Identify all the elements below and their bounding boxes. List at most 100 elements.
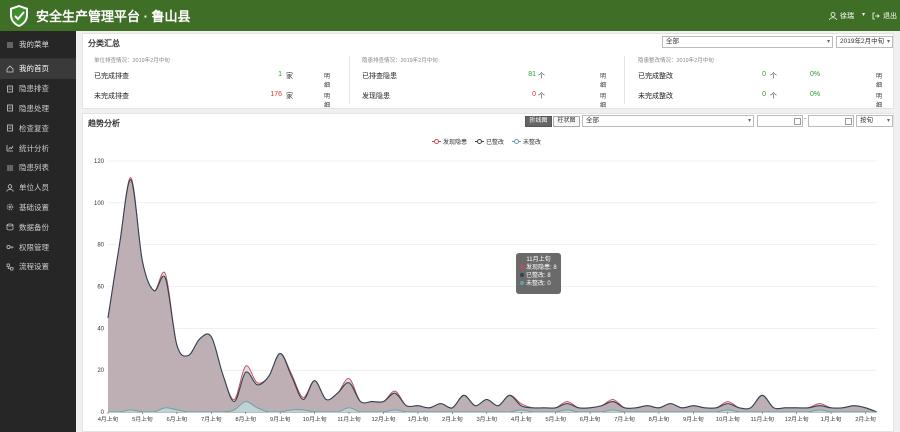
chart-tooltip: 11月上旬 发现隐患: 8 已整改: 8 未整改: 0 <box>516 253 561 294</box>
sidebar-item-label: 隐患处理 <box>19 103 49 113</box>
bar-chart-button[interactable]: 柱状图 <box>553 116 580 127</box>
sidebar-item-label: 隐患列表 <box>19 163 49 173</box>
row-value: 81 <box>528 71 536 78</box>
summary-row: 未完成整改 0 个 0% 明细 <box>638 91 882 109</box>
row-label: 已完成整改 <box>638 73 673 80</box>
database-icon <box>6 223 14 231</box>
end-date-input[interactable] <box>808 115 854 127</box>
trend-filter-select[interactable]: 全部 <box>582 115 754 127</box>
summary-period-select[interactable]: 2019年2月中旬 <box>836 36 893 48</box>
top-header: 安全生产管理平台 · 鲁山县 徐瑞 ▾ 退出 <box>0 0 900 31</box>
tooltip-label: 发现隐患 <box>526 265 551 271</box>
x-tick-label: 7月上旬 <box>201 415 222 423</box>
trend-chart: 0204060801001204月上旬 5月上旬 6月上旬 7月上旬 8月上旬 9月上旬 1… <box>94 159 878 423</box>
logout-label: 退出 <box>883 13 897 20</box>
summary-row: 未完成排查 176 家 明细 <box>94 91 334 109</box>
calendar-icon[interactable] <box>845 118 852 125</box>
sidebar-item[interactable]: 统计分析 <box>0 138 76 158</box>
app-title: 安全生产管理平台 · 鲁山县 <box>36 9 191 24</box>
sidebar-item-label: 基础设置 <box>19 202 49 212</box>
calendar-icon[interactable] <box>794 118 801 125</box>
x-tick-label: 5月上旬 <box>545 415 566 423</box>
granularity-select[interactable]: 按旬 <box>856 115 893 127</box>
tooltip-row: 发现隐患: 8 <box>520 264 557 272</box>
sidebar-item[interactable]: 流程设置 <box>0 257 76 277</box>
x-tick-label: 6月上旬 <box>580 415 601 423</box>
subhead: 单位排查情况：2019年2月中旬 <box>94 58 170 64</box>
user-name: 徐瑞 <box>840 13 854 20</box>
detail-link[interactable]: 明细 <box>876 91 882 109</box>
legend-marker-icon <box>432 139 441 144</box>
row-unit: 个 <box>770 73 777 80</box>
sidebar-item[interactable]: 隐患列表 <box>0 158 76 178</box>
tooltip-value: 8 <box>547 273 551 279</box>
sidebar-header[interactable]: 我的菜单 <box>0 31 76 59</box>
x-tick-label: 11月上旬 <box>751 415 775 423</box>
row-label: 未完成整改 <box>638 93 673 100</box>
detail-link[interactable]: 明细 <box>324 91 334 109</box>
sidebar-item[interactable]: 隐患处理 <box>0 99 76 119</box>
row-label: 已排查隐患 <box>362 73 397 80</box>
row-label: 未完成排查 <box>94 93 129 100</box>
y-tick-label: 40 <box>97 326 104 332</box>
row-value: 0 <box>762 91 766 98</box>
x-tick-label: 8月上旬 <box>649 415 670 423</box>
tooltip-row: 已整改: 8 <box>520 272 557 280</box>
x-tick-label: 12月上旬 <box>785 415 809 423</box>
sidebar-item[interactable]: 单位人员 <box>0 178 76 198</box>
gear-icon <box>6 204 14 211</box>
x-tick-label: 1月上旬 <box>821 415 842 423</box>
sidebar: 我的菜单 我的首页 隐患排查隐患处理检查复查 统计分析隐患列表单位人员基础设置数据备… <box>0 31 76 432</box>
row-label: 已完成排查 <box>94 73 129 80</box>
divider <box>349 56 350 104</box>
sidebar-item[interactable]: 隐患排查 <box>0 79 76 99</box>
start-date-input[interactable] <box>757 115 803 127</box>
tooltip-label: 已整改 <box>526 273 545 279</box>
user-menu[interactable]: 徐瑞 <box>829 11 854 21</box>
sidebar-item[interactable]: 基础设置 <box>0 198 76 218</box>
trend-title: 趋势分析 <box>88 119 120 128</box>
summary-row: 已完成整改 0 个 0% 明细 <box>638 71 882 89</box>
list-icon <box>7 165 13 171</box>
detail-link[interactable]: 明细 <box>600 71 606 89</box>
legend-marker-icon <box>512 139 522 144</box>
x-tick-label: 10月上旬 <box>303 415 327 423</box>
sidebar-item[interactable]: 权限管理 <box>0 237 76 257</box>
sidebar-item[interactable]: 我的首页 <box>0 59 76 79</box>
row-label: 发现隐患 <box>362 93 390 100</box>
x-tick-label: 9月上旬 <box>683 415 704 423</box>
x-tick-label: 4月上旬 <box>511 415 532 423</box>
detail-link[interactable]: 明细 <box>876 71 882 89</box>
line-chart-button[interactable]: 折线图 <box>525 116 552 127</box>
sidebar-item-label: 单位人员 <box>19 183 49 193</box>
x-tick-label: 6月上旬 <box>167 415 188 423</box>
y-tick-label: 100 <box>94 201 105 207</box>
sidebar-item[interactable]: 数据备份 <box>0 217 76 237</box>
x-tick-label: 7月上旬 <box>614 415 635 423</box>
sidebar-item[interactable]: 检查复查 <box>0 118 76 138</box>
x-tick-label: 8月上旬 <box>235 415 256 423</box>
menu-icon <box>7 42 13 47</box>
y-tick-label: 20 <box>97 368 104 374</box>
y-tick-label: 0 <box>101 410 105 416</box>
row-percent: 0% <box>810 91 821 98</box>
tooltip-title: 11月上旬 <box>526 257 551 263</box>
detail-link[interactable]: 明细 <box>324 71 334 89</box>
sidebar-item-label: 流程设置 <box>19 262 49 272</box>
row-unit: 个 <box>538 73 545 80</box>
document-icon <box>7 124 13 132</box>
detail-link[interactable]: 明细 <box>600 91 606 109</box>
logout-button[interactable]: 退出 <box>872 11 897 21</box>
chart-icon <box>6 145 14 152</box>
document-icon <box>7 85 13 93</box>
x-tick-label: 10月上旬 <box>716 415 740 423</box>
chevron-down-icon[interactable]: ▾ <box>862 11 865 18</box>
document-icon <box>7 105 13 112</box>
summary-filter-select[interactable]: 全部 <box>662 36 833 48</box>
summary-title: 分类汇总 <box>88 39 120 48</box>
sidebar-item-label: 权限管理 <box>19 242 49 252</box>
row-unit: 个 <box>538 93 545 100</box>
logout-icon <box>872 12 880 20</box>
home-icon <box>6 65 14 73</box>
x-tick-label: 2月上旬 <box>855 415 876 423</box>
